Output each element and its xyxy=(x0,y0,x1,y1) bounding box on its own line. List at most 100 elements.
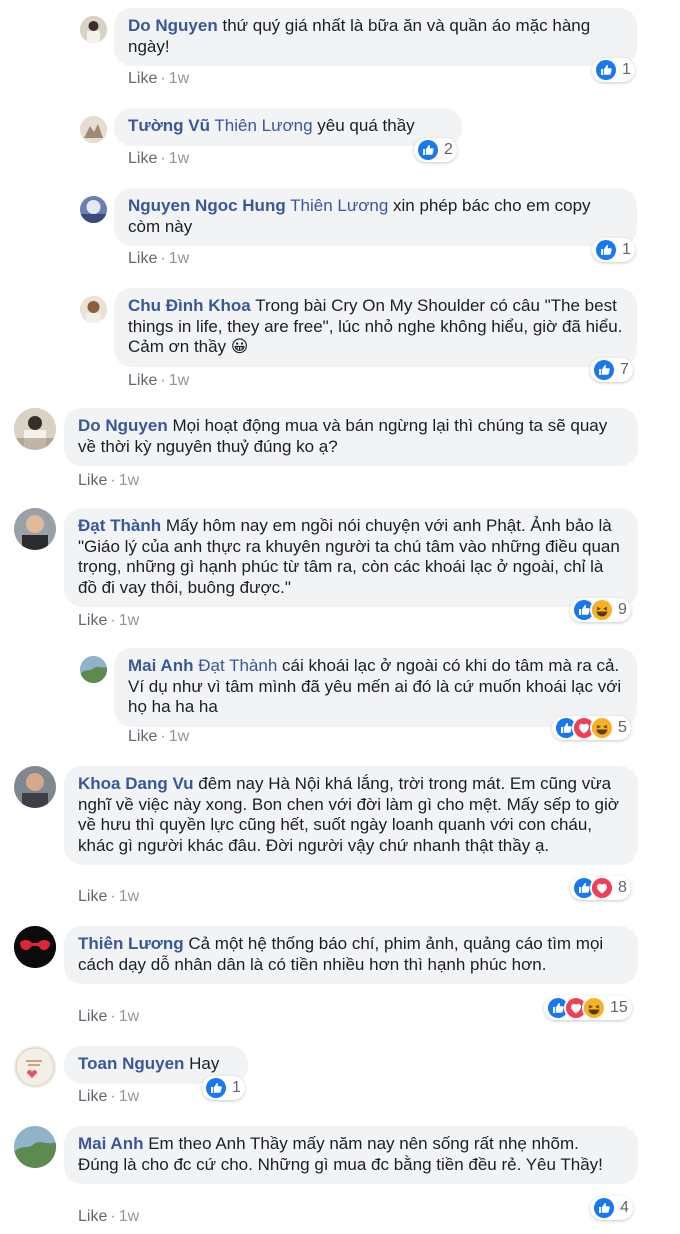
like-link[interactable]: Like xyxy=(78,1208,107,1225)
comment-text: Em theo Anh Thầy mấy năm nay nên sống rấ… xyxy=(78,1134,603,1174)
reaction-count: 2 xyxy=(444,141,453,158)
reaction-summary[interactable]: 1 xyxy=(592,238,635,262)
haha-reaction-icon xyxy=(590,716,614,740)
comment-actions: Like · 1w xyxy=(128,70,190,87)
comment-author[interactable]: Tường Vũ xyxy=(128,116,210,135)
haha-reaction-icon xyxy=(590,598,614,622)
like-link[interactable]: Like xyxy=(78,612,107,629)
comment-timestamp[interactable]: 1w xyxy=(169,728,189,745)
haha-reaction-icon xyxy=(582,996,606,1020)
comment-text: Hay xyxy=(189,1054,220,1073)
comment-actions: Like · 1w xyxy=(78,888,140,905)
like-link[interactable]: Like xyxy=(78,472,107,489)
tagged-name[interactable]: Thiên Lương xyxy=(290,196,388,215)
reaction-summary[interactable]: 1 xyxy=(592,58,635,82)
reaction-count: 9 xyxy=(618,601,627,618)
like-link[interactable]: Like xyxy=(78,1008,107,1025)
comment-timestamp[interactable]: 1w xyxy=(119,1008,139,1025)
like-link[interactable]: Like xyxy=(128,372,157,389)
comment-bubble: Mai Anh Em theo Anh Thầy mấy năm nay nên… xyxy=(64,1126,638,1184)
like-link[interactable]: Like xyxy=(128,728,157,745)
avatar[interactable] xyxy=(80,16,107,43)
comment-bubble: Thiên Lương Cả một hệ thống báo chí, phi… xyxy=(64,926,638,984)
comment-timestamp[interactable]: 1w xyxy=(169,70,189,87)
comment-bubble: Mai Anh Đạt Thành cái khoái lạc ở ngoài … xyxy=(114,648,637,727)
reaction-summary[interactable]: 7 xyxy=(590,358,633,382)
reaction-count: 4 xyxy=(620,1199,629,1216)
comment-actions: Like · 1w xyxy=(128,250,190,267)
tagged-name[interactable]: Đạt Thành xyxy=(198,656,277,675)
comment-bubble: Nguyen Ngoc Hung Thiên Lương xin phép bá… xyxy=(114,188,637,246)
comment-actions: Like · 1w xyxy=(78,1008,140,1025)
comment-bubble: Chu Đình Khoa Trong bài Cry On My Should… xyxy=(114,288,637,367)
reaction-summary[interactable]: 15 xyxy=(544,996,632,1020)
avatar[interactable] xyxy=(14,1046,56,1088)
reaction-count: 8 xyxy=(618,879,627,896)
reaction-summary[interactable]: 1 xyxy=(202,1076,245,1100)
comment-timestamp[interactable]: 1w xyxy=(119,888,139,905)
avatar[interactable] xyxy=(80,196,107,223)
comment-author[interactable]: Khoa Dang Vu xyxy=(78,774,194,793)
like-link[interactable]: Like xyxy=(128,70,157,87)
comment-timestamp[interactable]: 1w xyxy=(169,150,189,167)
avatar[interactable] xyxy=(14,508,56,550)
avatar[interactable] xyxy=(80,116,107,143)
comment-actions: Like · 1w xyxy=(78,472,140,489)
comment-timestamp[interactable]: 1w xyxy=(169,250,189,267)
tagged-name[interactable]: Thiên Lương xyxy=(214,116,312,135)
reaction-count: 7 xyxy=(620,361,629,378)
comment-timestamp[interactable]: 1w xyxy=(169,372,189,389)
comment-actions: Like · 1w xyxy=(128,728,190,745)
avatar[interactable] xyxy=(80,656,107,683)
comment-timestamp[interactable]: 1w xyxy=(119,612,139,629)
avatar[interactable] xyxy=(80,296,107,323)
comment-actions: Like · 1w xyxy=(78,1208,140,1225)
avatar[interactable] xyxy=(14,766,56,808)
comment-author[interactable]: Đạt Thành xyxy=(78,516,161,535)
comment-actions: Like · 1w xyxy=(78,612,140,629)
comment-author[interactable]: Mai Anh xyxy=(78,1134,143,1153)
like-link[interactable]: Like xyxy=(128,250,157,267)
like-reaction-icon xyxy=(594,238,618,262)
comment-bubble: Do Nguyen Mọi hoạt động mua và bán ngừng… xyxy=(64,408,638,466)
comment-timestamp[interactable]: 1w xyxy=(119,1208,139,1225)
comment-author[interactable]: Toan Nguyen xyxy=(78,1054,184,1073)
reaction-summary[interactable]: 5 xyxy=(552,716,631,740)
avatar[interactable] xyxy=(14,1126,56,1168)
comment-actions: Like · 1w xyxy=(128,150,190,167)
comment-actions: Like · 1w xyxy=(78,1088,140,1105)
comment-actions: Like · 1w xyxy=(128,372,190,389)
reaction-summary[interactable]: 9 xyxy=(570,598,631,622)
comment-timestamp[interactable]: 1w xyxy=(119,1088,139,1105)
avatar[interactable] xyxy=(14,926,56,968)
like-link[interactable]: Like xyxy=(78,888,107,905)
comment-author[interactable]: Chu Đình Khoa xyxy=(128,296,251,315)
reaction-summary[interactable]: 4 xyxy=(590,1196,633,1220)
comment-author[interactable]: Do Nguyen xyxy=(78,416,168,435)
comment-author[interactable]: Do Nguyen xyxy=(128,16,218,35)
reaction-count: 5 xyxy=(618,719,627,736)
comment-author[interactable]: Nguyen Ngoc Hung xyxy=(128,196,286,215)
like-reaction-icon xyxy=(204,1076,228,1100)
comment-bubble: Đạt Thành Mấy hôm nay em ngồi nói chuyện… xyxy=(64,508,638,607)
reaction-count: 1 xyxy=(622,241,631,258)
like-reaction-icon xyxy=(416,138,440,162)
reaction-count: 1 xyxy=(622,61,631,78)
comment-timestamp[interactable]: 1w xyxy=(119,472,139,489)
like-reaction-icon xyxy=(592,358,616,382)
like-link[interactable]: Like xyxy=(78,1088,107,1105)
comment-author[interactable]: Thiên Lương xyxy=(78,934,184,953)
comment-author[interactable]: Mai Anh xyxy=(128,656,193,675)
avatar[interactable] xyxy=(14,408,56,450)
comment-text: yêu quá thầy xyxy=(317,116,415,135)
comment-bubble: Do Nguyen thứ quý giá nhất là bữa ăn và … xyxy=(114,8,637,66)
reaction-summary[interactable]: 8 xyxy=(570,876,631,900)
like-reaction-icon xyxy=(592,1196,616,1220)
reaction-summary[interactable]: 2 xyxy=(414,138,457,162)
comment-bubble: Khoa Dang Vu đêm nay Hà Nội khá lắng, tr… xyxy=(64,766,638,865)
reaction-count: 1 xyxy=(232,1079,241,1096)
like-link[interactable]: Like xyxy=(128,150,157,167)
like-reaction-icon xyxy=(594,58,618,82)
love-reaction-icon xyxy=(590,876,614,900)
reaction-count: 15 xyxy=(610,999,628,1016)
